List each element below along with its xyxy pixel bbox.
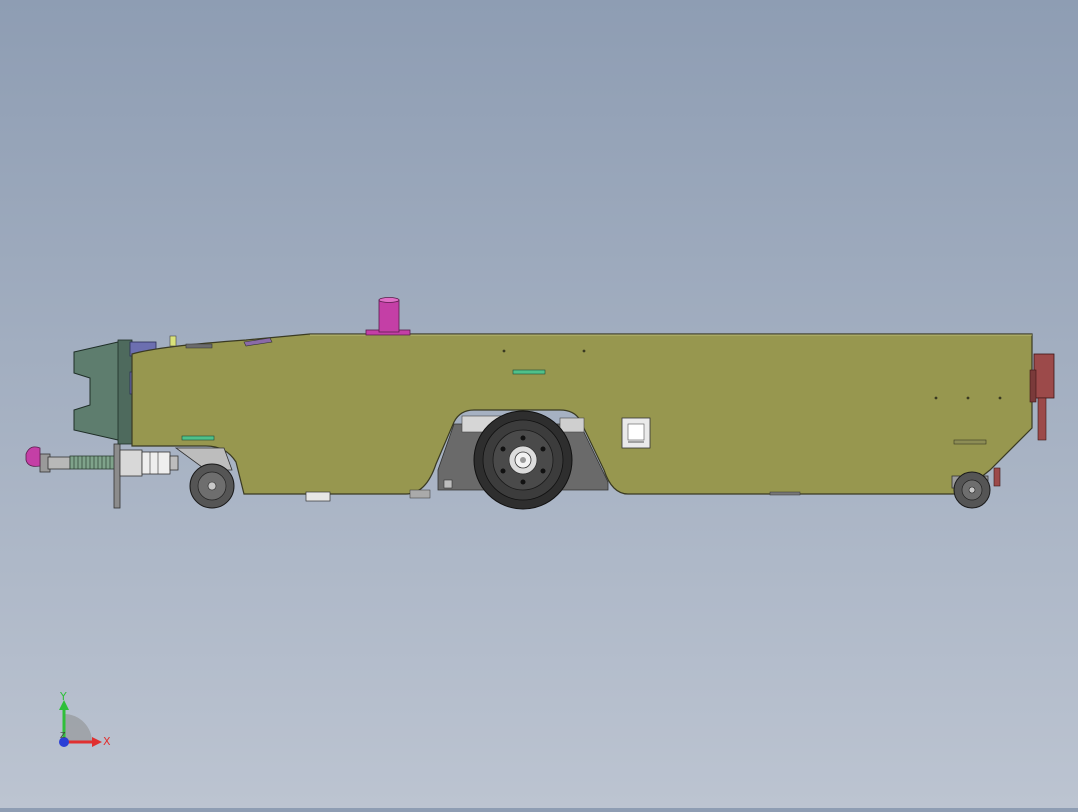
triad-y-label: Y: [59, 690, 67, 703]
indicator-strip-mid: [512, 369, 546, 375]
drive-wheel[interactable]: [473, 410, 573, 510]
coordinate-triad: Y X Z: [59, 690, 111, 748]
indicator-strip-rear: [953, 439, 987, 445]
front-tow-hitch[interactable]: [39, 443, 179, 509]
top-mast[interactable]: [365, 297, 411, 336]
front-caster[interactable]: [174, 447, 235, 509]
cad-viewport[interactable]: Y X Z: [0, 0, 1078, 808]
hitch-handle[interactable]: [25, 446, 41, 467]
rear-caster[interactable]: [951, 471, 991, 509]
triad-x-label: X: [103, 735, 111, 748]
model-canvas[interactable]: Y X Z: [0, 0, 1078, 808]
triad-z-label: Z: [60, 731, 66, 740]
side-latch[interactable]: [621, 417, 651, 449]
indicator-strip-front: [181, 435, 215, 441]
